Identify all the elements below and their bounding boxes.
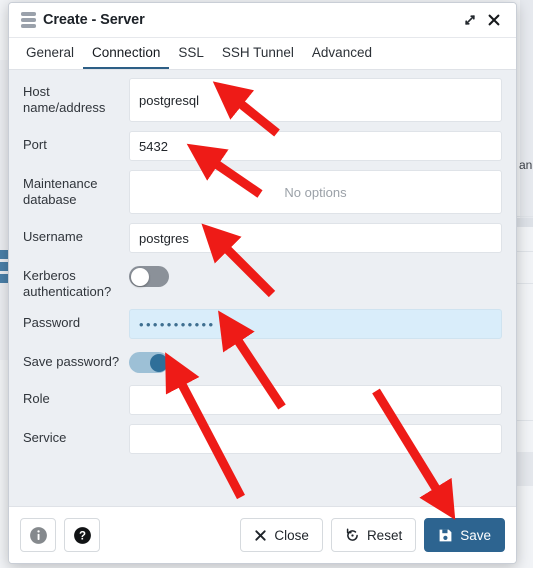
dialog-title: Create - Server (43, 12, 145, 28)
port-input[interactable]: 5432 (129, 131, 502, 161)
field-row-kerberos: Kerberos authentication? (23, 262, 502, 300)
host-input[interactable]: postgresql (129, 78, 502, 122)
service-input[interactable] (129, 424, 502, 454)
close-x-icon (255, 529, 267, 541)
toggle-knob (149, 353, 168, 372)
save-button[interactable]: Save (424, 518, 505, 552)
service-label: Service (23, 430, 67, 445)
password-masked-value: ••••••••••• (139, 316, 216, 332)
tab-advanced[interactable]: Advanced (303, 38, 381, 69)
password-input[interactable]: ••••••••••• (129, 309, 502, 339)
database-stack-icon (21, 12, 36, 28)
reset-button[interactable]: Reset (330, 518, 417, 552)
tab-general[interactable]: General (17, 38, 83, 69)
close-button[interactable]: Close (240, 518, 323, 552)
field-row-username: Username postgres (23, 223, 502, 253)
port-label: Port (23, 137, 47, 152)
save-button-label: Save (460, 527, 491, 543)
maintenance-database-label: Maintenance database (23, 176, 98, 207)
background-divider (516, 251, 533, 252)
host-label: Host name/address (23, 84, 106, 115)
help-button[interactable]: ? (64, 518, 100, 552)
field-row-role: Role (23, 385, 502, 415)
info-icon (29, 526, 47, 544)
field-row-password: Password ••••••••••• (23, 309, 502, 339)
save-password-toggle[interactable] (129, 352, 169, 373)
background-divider (516, 283, 533, 284)
svg-text:?: ? (78, 530, 85, 542)
kerberos-label: Kerberos authentication? (23, 268, 112, 299)
tab-ssl[interactable]: SSL (169, 38, 213, 69)
background-accent-bar (0, 250, 8, 259)
dialog-tabs: General Connection SSL SSH Tunnel Advanc… (9, 38, 516, 70)
kerberos-toggle[interactable] (129, 266, 169, 287)
field-row-service: Service (23, 424, 502, 454)
toggle-knob (130, 267, 149, 286)
tab-connection[interactable]: Connection (83, 38, 170, 69)
maintenance-database-placeholder: No options (284, 184, 347, 200)
reset-circular-arrow-icon (346, 528, 358, 541)
background-panel (520, 0, 533, 218)
reset-button-label: Reset (366, 527, 403, 543)
username-input[interactable]: postgres (129, 223, 502, 253)
dialog-footer: ? Close Reset Save (9, 506, 516, 563)
username-label: Username (23, 229, 83, 244)
connection-form: Host name/address postgresql Port 5432 M… (9, 70, 516, 506)
background-row-band (516, 452, 533, 486)
field-row-maintenance-database: Maintenance database No options (23, 170, 502, 214)
background-label: an S (519, 158, 533, 172)
role-input[interactable] (129, 385, 502, 415)
dialog-title-bar: Create - Server (9, 3, 516, 38)
question-mark-icon: ? (73, 526, 91, 544)
field-row-port: Port 5432 (23, 131, 502, 161)
password-label: Password (23, 315, 81, 330)
floppy-disk-save-icon (439, 529, 452, 541)
create-server-dialog: Create - Server General Connection SSL S… (8, 2, 517, 564)
maintenance-database-select[interactable]: No options (129, 170, 502, 214)
role-label: Role (23, 391, 50, 406)
background-divider (516, 216, 533, 217)
info-button[interactable] (20, 518, 56, 552)
field-row-save-password: Save password? (23, 348, 502, 376)
save-password-label: Save password? (23, 354, 120, 369)
close-button-label: Close (274, 527, 309, 543)
tab-ssh-tunnel[interactable]: SSH Tunnel (213, 38, 303, 69)
expand-diagonal-icon[interactable] (458, 8, 482, 32)
background-divider (516, 420, 533, 421)
close-x-icon[interactable] (482, 8, 506, 32)
background-row-band (516, 218, 533, 227)
background-accent-bar (0, 262, 8, 271)
background-accent-bar (0, 274, 8, 283)
field-row-host: Host name/address postgresql (23, 78, 502, 122)
